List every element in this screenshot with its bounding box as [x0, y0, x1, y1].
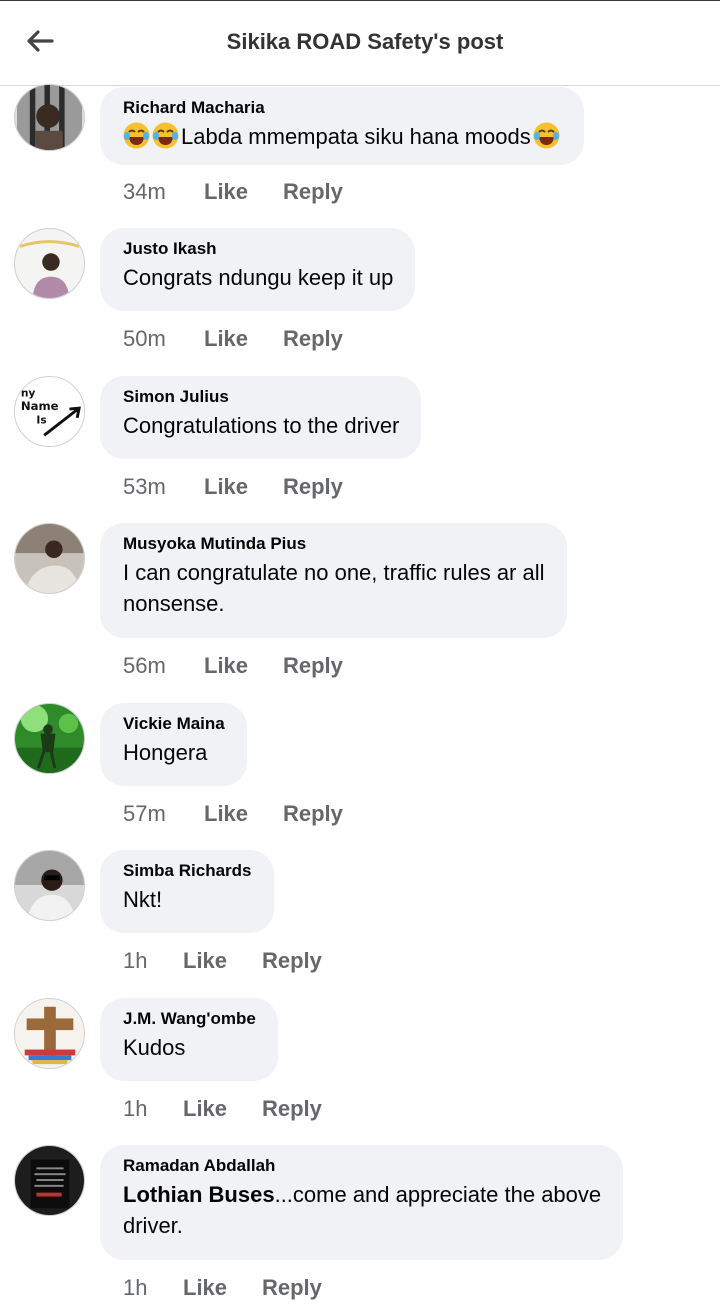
comment-actions: 1h Like Reply	[123, 1275, 322, 1301]
reply-button[interactable]: Reply	[283, 653, 343, 679]
comment-bubble: J.M. Wang'ombe Kudos	[100, 998, 278, 1081]
avatar[interactable]	[14, 1145, 85, 1216]
comment-text: I can congratulate no one, traffic rules…	[123, 557, 545, 619]
comment-actions: 1h Like Reply	[123, 948, 322, 974]
like-button[interactable]: Like	[204, 179, 283, 205]
like-button[interactable]: Like	[204, 653, 283, 679]
comment-actions: 56m Like Reply	[123, 653, 343, 679]
comment-text: Kudos	[123, 1035, 186, 1060]
like-button[interactable]: Like	[183, 1275, 262, 1301]
comment-actions: 53m Like Reply	[123, 474, 343, 500]
comment-time: 57m	[123, 801, 166, 826]
laughing-emoji-icon	[533, 122, 560, 149]
comment-bubble: Vickie Maina Hongera	[100, 703, 247, 786]
comment-text-line: driver.	[123, 1213, 183, 1238]
like-button[interactable]: Like	[204, 326, 283, 352]
comment-text-line: nonsense.	[123, 591, 225, 616]
comment-text: Congratulations to the driver	[123, 413, 400, 438]
comment-actions: 57m Like Reply	[123, 801, 343, 827]
reply-button[interactable]: Reply	[283, 326, 343, 352]
comment-author[interactable]: Richard Macharia	[123, 97, 562, 119]
reply-button[interactable]: Reply	[262, 1096, 322, 1122]
comment-author[interactable]: Simba Richards	[123, 860, 252, 882]
comment-author[interactable]: Justo Ikash	[123, 238, 393, 260]
avatar[interactable]	[14, 703, 85, 774]
avatar[interactable]	[14, 523, 85, 594]
avatar[interactable]	[14, 850, 85, 921]
comment-text: Labda mmempata siku hana moods	[123, 121, 562, 152]
like-button[interactable]: Like	[183, 948, 262, 974]
comment-text: Lothian Buses...come and appreciate the …	[123, 1179, 601, 1241]
laughing-emoji-icon	[123, 122, 150, 149]
comment-bubble: Simba Richards Nkt!	[100, 850, 274, 933]
comment-time: 53m	[123, 474, 166, 499]
comment-actions: 50m Like Reply	[123, 326, 343, 352]
comment-time: 56m	[123, 653, 166, 678]
comment-bubble: Simon Julius Congratulations to the driv…	[100, 376, 422, 459]
like-button[interactable]: Like	[204, 801, 283, 827]
avatar-text-line: Name	[21, 399, 59, 413]
like-button[interactable]: Like	[204, 474, 283, 500]
comment-author[interactable]: J.M. Wang'ombe	[123, 1008, 256, 1030]
avatar-text-line: Is	[36, 414, 46, 427]
mention-link[interactable]: Lothian Buses	[123, 1182, 275, 1207]
comment-text-content: Labda mmempata siku hana moods	[181, 124, 531, 149]
page-title: Sikika ROAD Safety's post	[226, 29, 504, 54]
comment-author[interactable]: Musyoka Mutinda Pius	[123, 533, 545, 555]
avatar[interactable]	[14, 84, 85, 151]
comment-text: Congrats ndungu keep it up	[123, 265, 394, 290]
avatar-text-line: ny	[21, 386, 36, 399]
like-button[interactable]: Like	[183, 1096, 262, 1122]
comment-time: 1h	[123, 1096, 148, 1121]
comment-bubble: Musyoka Mutinda Pius I can congratulate …	[100, 523, 567, 638]
reply-button[interactable]: Reply	[283, 801, 343, 827]
reply-button[interactable]: Reply	[262, 948, 322, 974]
comment-time: 1h	[123, 948, 148, 973]
comment-text: Nkt!	[123, 887, 163, 912]
comment-text: Hongera	[123, 740, 208, 765]
comment-bubble: Richard Macharia Labda mmempata siku han…	[100, 87, 584, 165]
comment-time: 34m	[123, 179, 166, 204]
comment-time: 50m	[123, 326, 166, 351]
avatar[interactable]: ny Name Is	[14, 376, 85, 447]
comment-author[interactable]: Vickie Maina	[123, 713, 225, 735]
comment-bubble: Ramadan Abdallah Lothian Buses...come an…	[100, 1145, 624, 1260]
comment-text-line: I can congratulate no one, traffic rules…	[123, 560, 545, 585]
comment-author[interactable]: Simon Julius	[123, 386, 399, 408]
avatar[interactable]	[14, 228, 85, 299]
reply-button[interactable]: Reply	[262, 1275, 322, 1301]
reply-button[interactable]: Reply	[283, 474, 343, 500]
comment-actions: 1h Like Reply	[123, 1096, 322, 1122]
comment-bubble: Justo Ikash Congrats ndungu keep it up	[100, 228, 416, 311]
comment-time: 1h	[123, 1275, 148, 1300]
top-bar: Sikika ROAD Safety's post	[0, 0, 720, 86]
comment-author[interactable]: Ramadan Abdallah	[123, 1155, 601, 1177]
reply-button[interactable]: Reply	[283, 179, 343, 205]
comment-text-line: ...come and appreciate the above	[274, 1182, 602, 1207]
avatar[interactable]	[14, 998, 85, 1069]
comment-actions: 34m Like Reply	[123, 179, 343, 205]
laughing-emoji-icon	[152, 122, 179, 149]
